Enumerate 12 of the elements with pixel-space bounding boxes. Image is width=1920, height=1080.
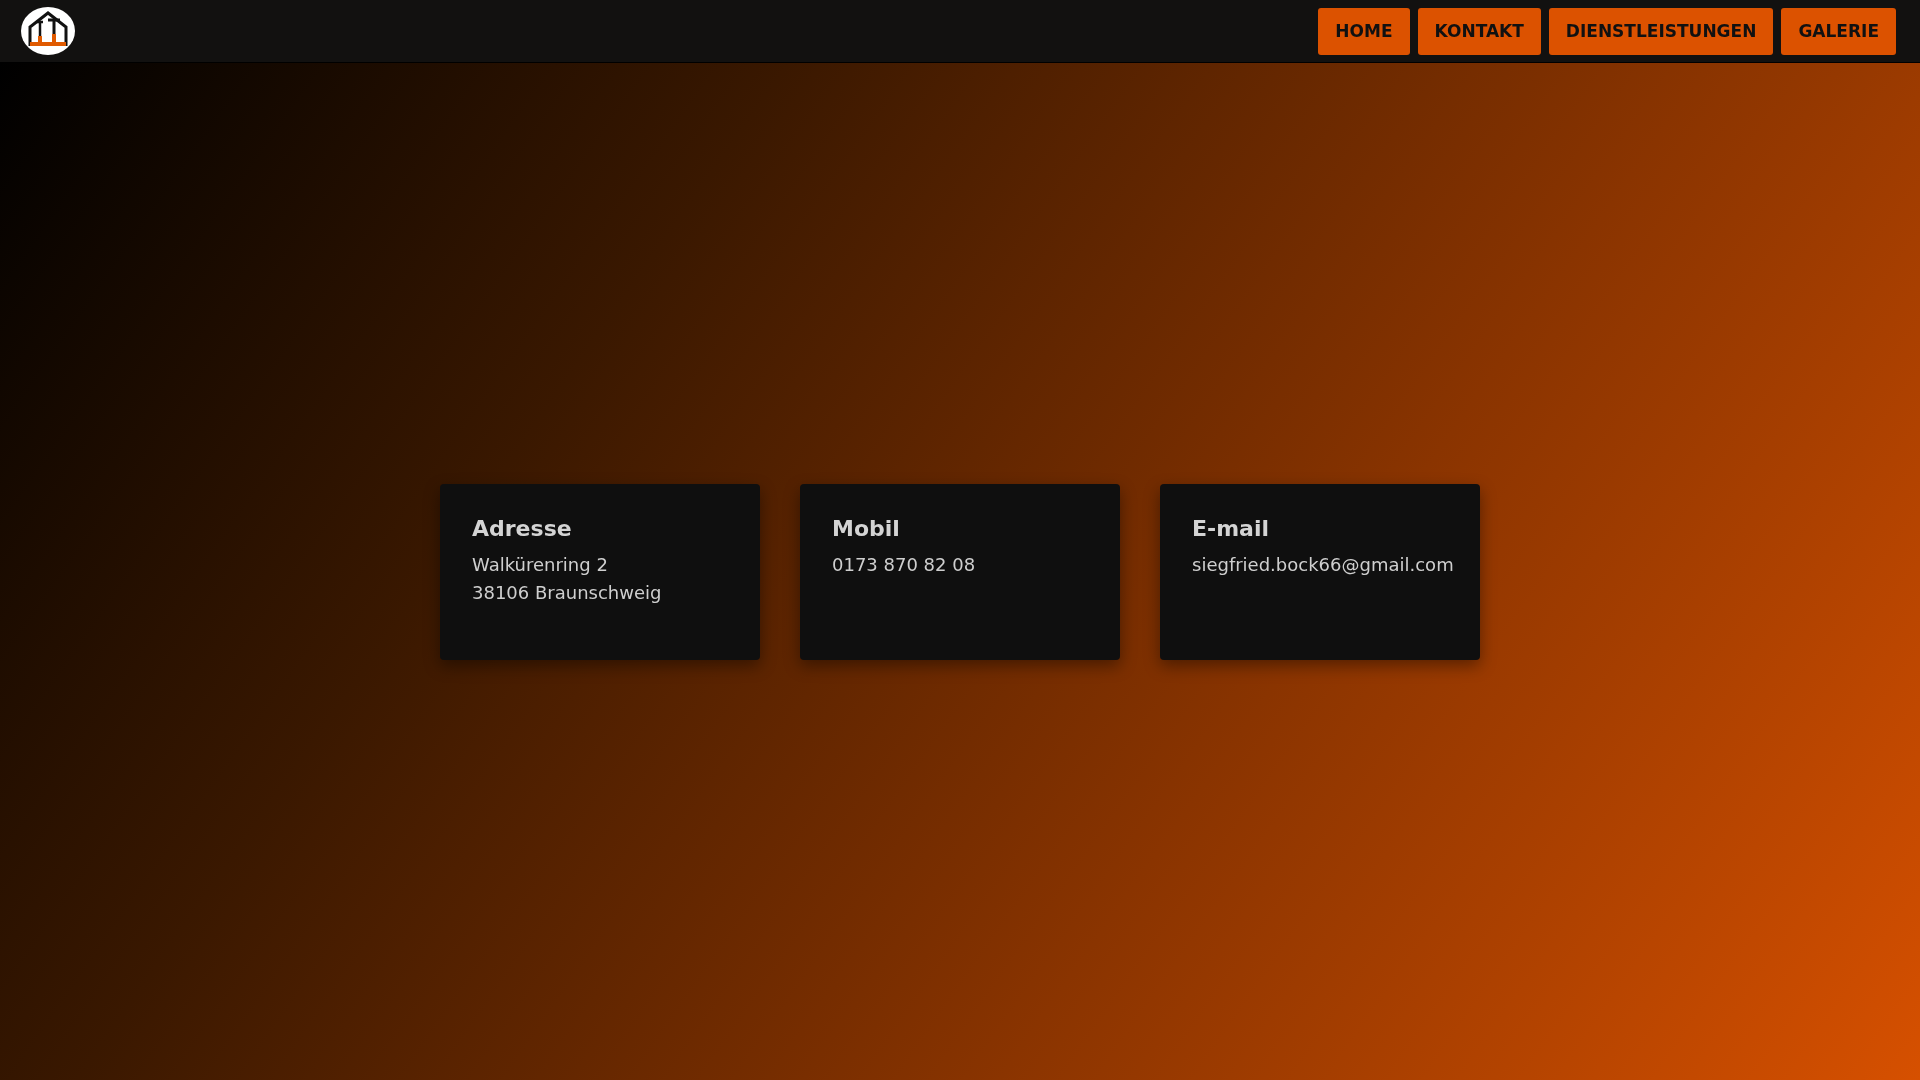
- card-title: Mobil: [832, 515, 901, 541]
- nav-button[interactable]: HOME: [1318, 7, 1410, 55]
- nav-button[interactable]: GALERIE: [1781, 7, 1896, 55]
- nav-button[interactable]: KONTAKT: [1417, 7, 1541, 55]
- card-text: 0173 870 82 08: [832, 552, 977, 577]
- card-title: E-mail: [1192, 515, 1270, 541]
- card-text: Walkürenring 2: [472, 552, 609, 577]
- nav-button[interactable]: DIENSTLEISTUNGEN: [1548, 7, 1774, 55]
- card-text: 38106 Braunschweig: [472, 580, 663, 605]
- card-text: siegfried.bock66@gmail.com: [1192, 552, 1455, 577]
- house-tools-logo-icon[interactable]: [20, 6, 76, 56]
- card-title: Adresse: [472, 515, 573, 541]
